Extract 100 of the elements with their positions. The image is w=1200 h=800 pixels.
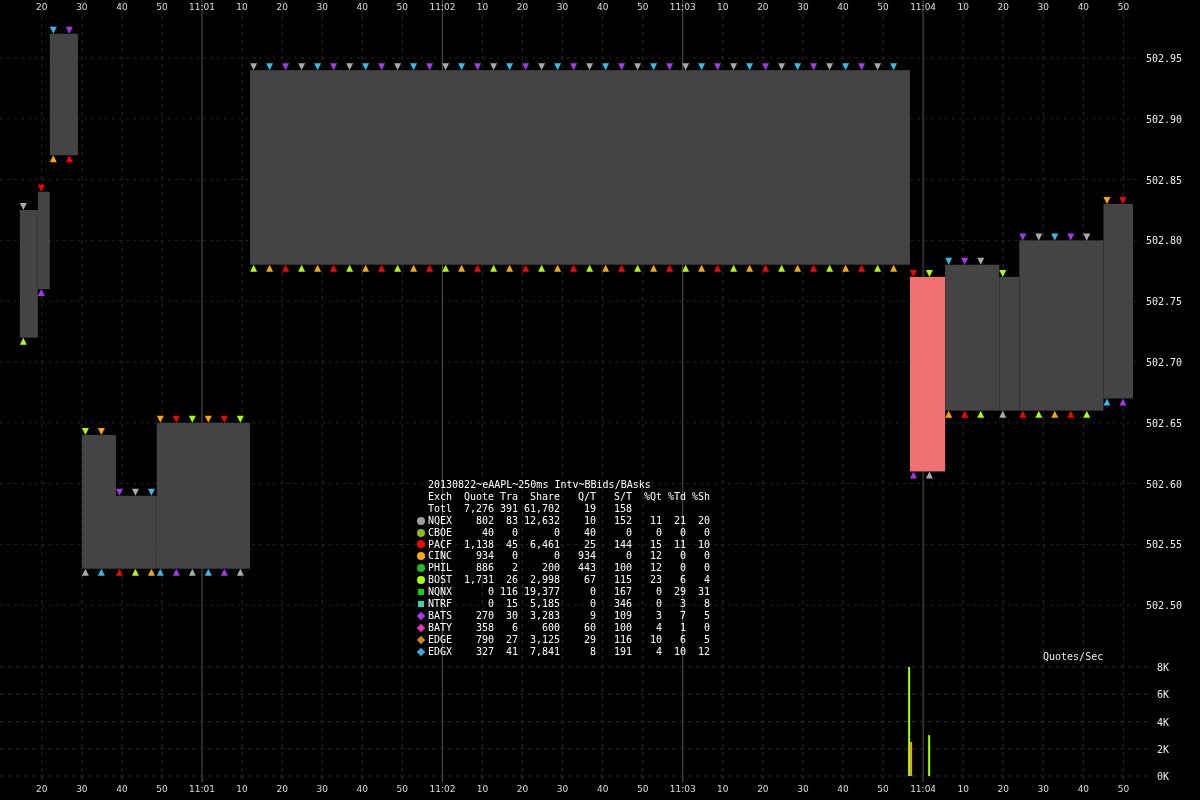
axis-tick-label: 10 bbox=[236, 784, 248, 794]
column-header: Exch bbox=[428, 490, 454, 503]
table-cell-text: 0 bbox=[702, 621, 710, 634]
chart-title: 20130822~eAAPL~250ms Intv~BBids/BAsks bbox=[427, 479, 652, 491]
column-header: Quote bbox=[462, 490, 494, 503]
table-cell-text: 5 bbox=[702, 633, 710, 646]
table-cell-text: 5,185 bbox=[528, 598, 560, 610]
table-cell-text: 29 bbox=[672, 586, 686, 599]
axis-tick-label: 40 bbox=[837, 784, 849, 794]
table-cell-text: 0 bbox=[624, 550, 632, 563]
axis-tick-label: 6K bbox=[1157, 689, 1170, 701]
axis-tick-label: 30 bbox=[1037, 784, 1050, 794]
table-cell-text: 3,125 bbox=[528, 633, 560, 646]
table-cell-text: 40 bbox=[582, 526, 596, 539]
axis-tick-label: 10 bbox=[717, 2, 729, 12]
table-cell-text: 0 bbox=[588, 586, 596, 599]
table-cell-text: 8 bbox=[588, 645, 596, 658]
table-cell-text: 8 bbox=[702, 598, 710, 610]
axis-tick-label: 11:02 bbox=[429, 2, 456, 12]
table-cell-text: 29 bbox=[582, 633, 596, 646]
axis-tick-label: 50 bbox=[1117, 2, 1130, 12]
table-cell-text: 600 bbox=[540, 621, 560, 634]
table-cell-text: 0 bbox=[624, 526, 632, 539]
axis-tick-label: 40 bbox=[116, 2, 128, 12]
axis-tick-label: 502.95 bbox=[1146, 53, 1183, 64]
axis-tick-label: 30 bbox=[556, 2, 569, 12]
table-cell-text: 67 bbox=[582, 574, 596, 587]
axis-tick-label: 11:01 bbox=[189, 784, 215, 794]
axis-tick-label: 40 bbox=[356, 784, 368, 794]
axis-tick-label: 30 bbox=[1037, 2, 1050, 12]
axis-tick-label: 30 bbox=[316, 784, 328, 794]
table-cell-text: 21 bbox=[672, 514, 686, 527]
table-cell-text: CINC bbox=[428, 550, 454, 563]
table-cell-text: 10 bbox=[696, 538, 710, 551]
table-cell-text: 0 bbox=[588, 598, 596, 610]
axis-tick-label: 50 bbox=[396, 2, 409, 12]
table-cell-text: 20 bbox=[696, 514, 710, 527]
table-cell-text: 1,731 bbox=[462, 574, 494, 587]
table-cell-text: 158 bbox=[612, 502, 632, 515]
table-cell-text: 3,283 bbox=[528, 609, 560, 622]
axis-tick-label: 2K bbox=[1157, 743, 1170, 755]
axis-tick-label: 30 bbox=[316, 2, 328, 12]
axis-tick-label: 10 bbox=[476, 2, 489, 12]
table-cell-text: 100 bbox=[612, 621, 632, 634]
table-cell-text: 0 bbox=[654, 586, 662, 599]
table-cell-text: 0 bbox=[486, 598, 494, 610]
table-cell-text: PACF bbox=[428, 538, 454, 551]
axis-tick-label: 30 bbox=[797, 784, 809, 794]
table-cell-text: 41 bbox=[504, 645, 518, 658]
table-cell-text: BOST bbox=[428, 574, 454, 587]
axis-tick-label: 502.80 bbox=[1146, 235, 1183, 247]
chart-title: Quotes/Sec bbox=[1043, 651, 1104, 662]
table-cell-text: CBOE bbox=[428, 526, 454, 539]
table-cell-text: 327 bbox=[474, 645, 494, 658]
table-cell-text: 12 bbox=[648, 562, 662, 575]
table-cell-text: 60 bbox=[582, 621, 596, 634]
axis-tick-label: 20 bbox=[997, 2, 1009, 12]
axis-tick-label: 20 bbox=[757, 2, 769, 12]
table-cell-text: 191 bbox=[612, 645, 632, 658]
axis-tick-label: 40 bbox=[1077, 784, 1090, 794]
axis-tick-label: 50 bbox=[156, 2, 168, 12]
table-cell-text: 10 bbox=[648, 633, 662, 646]
axis-tick-label: 10 bbox=[476, 784, 489, 794]
table-cell-text: 0 bbox=[486, 586, 494, 599]
axis-tick-label: 11:04 bbox=[910, 2, 937, 12]
column-header: %Td bbox=[666, 490, 686, 503]
table-cell-text: 0 bbox=[552, 526, 560, 539]
axis-tick-label: 50 bbox=[156, 784, 168, 794]
table-cell-text: 0 bbox=[510, 550, 518, 563]
axis-tick-label: 40 bbox=[596, 784, 609, 794]
table-cell-text: 346 bbox=[612, 598, 632, 610]
table-cell-text: 270 bbox=[474, 609, 494, 622]
axis-tick-label: 11:01 bbox=[189, 2, 215, 12]
axis-tick-label: 40 bbox=[1077, 2, 1090, 12]
table-cell-text: 152 bbox=[612, 514, 632, 527]
table-cell-text: 1,138 bbox=[462, 538, 494, 551]
table-cell-text: 11 bbox=[648, 514, 662, 527]
table-cell-text: 0 bbox=[702, 526, 710, 539]
axis-tick-label: 502.75 bbox=[1146, 296, 1183, 308]
axis-tick-label: 20 bbox=[997, 784, 1009, 794]
table-cell-text: 886 bbox=[474, 562, 494, 575]
axis-tick-label: 11:03 bbox=[669, 2, 696, 12]
table-cell-text: 5 bbox=[702, 609, 710, 622]
column-header: %Qt bbox=[642, 490, 662, 503]
column-header: S/T bbox=[612, 490, 632, 503]
table-cell-text: 6 bbox=[678, 633, 686, 646]
axis-tick-label: 502.55 bbox=[1146, 539, 1183, 551]
axis-tick-label: 50 bbox=[636, 784, 649, 794]
axis-tick-label: 8K bbox=[1157, 662, 1170, 673]
table-cell-text: 0 bbox=[510, 526, 518, 539]
table-cell-text: 27 bbox=[504, 633, 518, 646]
table-cell-text: 7,841 bbox=[528, 645, 560, 658]
table-cell-text: 6 bbox=[510, 621, 518, 634]
axis-tick-label: 20 bbox=[516, 2, 529, 12]
table-cell-text: 391 bbox=[498, 502, 518, 515]
table-cell-text: 116 bbox=[612, 633, 632, 646]
axis-tick-label: 11:03 bbox=[669, 784, 696, 794]
table-cell-text: 116 bbox=[498, 586, 518, 599]
table-cell-text: 2 bbox=[510, 562, 518, 575]
table-cell-text: 25 bbox=[582, 538, 596, 551]
